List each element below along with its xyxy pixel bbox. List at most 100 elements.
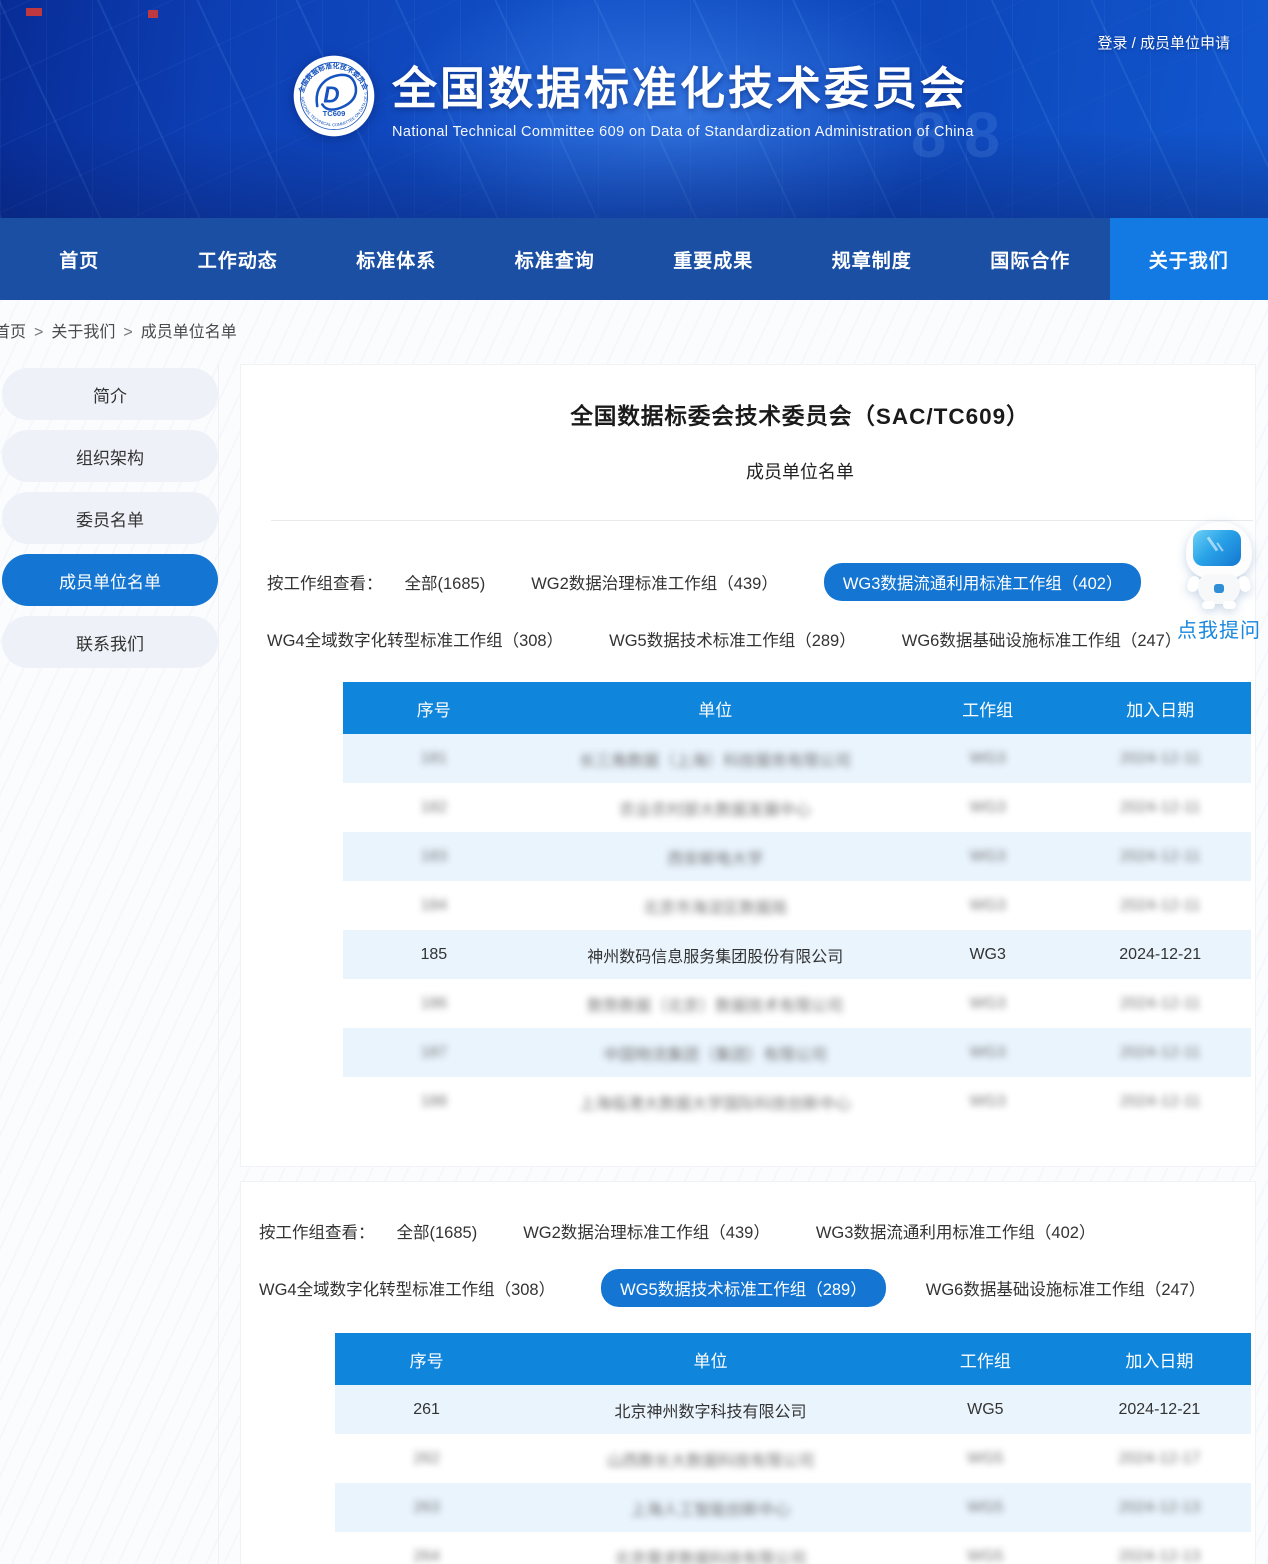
cell-text: 上海人工智能创新中心 (631, 1502, 791, 1519)
nav-item-关于我们[interactable]: 关于我们 (1110, 218, 1268, 300)
cell-text: 2024-12-17 (1118, 1450, 1200, 1467)
breadcrumb-link-成员单位名单[interactable]: 成员单位名单 (141, 324, 237, 341)
table-row: 187中国物流集团（集团）有限公司WG32024-12-11 (343, 1028, 1251, 1077)
filter-option[interactable]: WG2数据治理标准工作组（439） (531, 570, 778, 594)
filter-group-label: 按工作组查看： (259, 1219, 375, 1243)
nav-item-重要成果[interactable]: 重要成果 (634, 218, 793, 300)
sidebar-item-委员名单[interactable]: 委员名单 (2, 492, 218, 544)
filter-option[interactable]: 全部(1685) (397, 1219, 478, 1243)
sidebar-item-简介[interactable]: 简介 (2, 368, 218, 420)
org-cell: 北京市海淀区数据局 (525, 881, 906, 930)
table-header-工作组: 工作组 (906, 682, 1069, 734)
breadcrumb-link-首页[interactable]: 首页 (0, 324, 26, 341)
filter-option[interactable]: WG2数据治理标准工作组（439） (523, 1219, 770, 1243)
filter-option[interactable]: WG5数据技术标准工作组（289） (601, 1269, 886, 1307)
cell-text: WG5 (967, 1548, 1003, 1564)
cell-text: 2024-12-21 (1119, 946, 1201, 963)
filter-option[interactable]: WG5数据技术标准工作组（289） (609, 627, 856, 651)
cell-text: WG3 (969, 1093, 1005, 1110)
nav-item-规章制度[interactable]: 规章制度 (793, 218, 952, 300)
org-cell: 数势数据（北京）数据技术有限公司 (525, 979, 906, 1028)
table-row: 182农业农村部大数据发展中心 WG3 2024-12-11 (343, 783, 1251, 832)
breadcrumb-separator: > (123, 324, 132, 341)
robot-mascot-icon[interactable] (1184, 522, 1254, 608)
cell-text: WG3 (969, 799, 1005, 816)
assistant-widget[interactable]: 点我提问 (1176, 522, 1262, 643)
table-row: 183西安邮电大学WG32024-12-11 (343, 832, 1251, 881)
filter-option[interactable]: WG4全域数字化转型标准工作组（308） (259, 1276, 555, 1300)
table-row: 184北京市海淀区数据局WG32024-12-11 (343, 881, 1251, 930)
cell-text: WG3 (969, 897, 1005, 914)
breadcrumb-link-关于我们[interactable]: 关于我们 (51, 324, 115, 341)
date-cell: 2024-12-21 (1069, 930, 1251, 979)
org-cell: 农业农村部大数据发展中心 (525, 783, 906, 832)
cell-text: 2024-12-11 (1120, 995, 1201, 1012)
date-cell: 2024-12-11 (1069, 783, 1251, 832)
table-header-序号: 序号 (335, 1333, 518, 1385)
org-cell: 上海临港大数据大学国际科技创新中心 (525, 1077, 906, 1126)
table-row: 263 上海人工智能创新中心 WG5 2024-12-13 (335, 1483, 1251, 1532)
cell-text: WG3 (969, 848, 1005, 865)
seq-cell: 261 (335, 1385, 518, 1434)
breadcrumb: 首页 > 关于我们 > 成员单位名单 (0, 300, 1268, 354)
date-cell: 2024-12-13 (1068, 1532, 1251, 1564)
login-member-apply-link[interactable]: 登录 / 成员单位申请 (1097, 32, 1230, 53)
sidebar-item-成员单位名单[interactable]: 成员单位名单 (2, 554, 218, 606)
cell-text: WG3 (969, 1044, 1005, 1061)
cell-text: 2024-12-13 (1118, 1499, 1200, 1516)
banner-red-decoration (26, 8, 42, 16)
workgroup-cell: WG3 (906, 783, 1069, 832)
cell-text: 2024-12-11 (1120, 799, 1201, 816)
cell-text: 184 (420, 897, 447, 914)
org-cell: 神州数码信息服务集团股份有限公司 (525, 930, 906, 979)
filter-option[interactable]: WG3数据流通利用标准工作组（402） (824, 563, 1142, 601)
breadcrumb-separator: > (34, 324, 43, 341)
seq-cell: 263 (335, 1483, 518, 1532)
nav-item-国际合作[interactable]: 国际合作 (951, 218, 1110, 300)
cell-text: 181 (420, 750, 447, 767)
nav-item-标准查询[interactable]: 标准查询 (476, 218, 635, 300)
cell-text: 山西数长大数据科技有限公司 (607, 1453, 815, 1470)
sidebar-item-组织架构[interactable]: 组织架构 (2, 430, 218, 482)
table-row: 262山西数长大数据科技有限公司WG52024-12-17 (335, 1434, 1251, 1483)
sidebar-item-联系我们[interactable]: 联系我们 (2, 616, 218, 668)
date-cell: 2024-12-11 (1069, 734, 1251, 783)
table-row: 261北京神州数字科技有限公司WG52024-12-21 (335, 1385, 1251, 1434)
cell-text: 2024-12-11 (1120, 1044, 1201, 1061)
filter-option[interactable]: WG3数据流通利用标准工作组（402） (816, 1219, 1096, 1243)
table-header-加入日期: 加入日期 (1068, 1333, 1251, 1385)
table-row: 264北京需求数据科技有限公司WG52024-12-13 (335, 1532, 1251, 1564)
cell-text: 264 (413, 1548, 440, 1564)
banner-red-decoration (148, 10, 158, 18)
table-row: 188上海临港大数据大学国际科技创新中心WG32024-12-11 (343, 1077, 1251, 1126)
nav-item-标准体系[interactable]: 标准体系 (317, 218, 476, 300)
table-row: 185神州数码信息服务集团股份有限公司WG32024-12-21 (343, 930, 1251, 979)
cell-text: 上海临港大数据大学国际科技创新中心 (579, 1096, 851, 1113)
date-cell: 2024-12-11 (1069, 1028, 1251, 1077)
filter-option[interactable]: WG6数据基础设施标准工作组（247） (926, 1276, 1206, 1300)
nav-item-工作动态[interactable]: 工作动态 (159, 218, 318, 300)
page-subtitle: 成员单位名单 (267, 458, 1253, 484)
cell-text: WG3 (969, 995, 1005, 1012)
assistant-label[interactable]: 点我提问 (1176, 614, 1262, 643)
brand: 全国数据标准化技术委员会 NATIONAL TECHNICAL COMMITTE… (292, 52, 974, 140)
filter-option[interactable]: WG4全域数字化转型标准工作组（308） (267, 627, 563, 651)
sidebar: 简介组织架构委员名单成员单位名单联系我们 (0, 364, 219, 1564)
cell-text: WG5 (967, 1450, 1003, 1467)
workgroup-cell: WG3 (906, 979, 1069, 1028)
content-area: 简介组织架构委员名单成员单位名单联系我们 全国数据标委会技术委员会（SAC/TC… (0, 354, 1268, 1564)
cell-text: 183 (420, 848, 447, 865)
seq-cell: 181 (343, 734, 525, 783)
workgroup-cell: WG3 (906, 1077, 1069, 1126)
seq-cell: 182 (343, 783, 525, 832)
member-table: 序号单位工作组加入日期181长三角数据（上海）科技服务有限公司WG32024-1… (343, 682, 1251, 1126)
cell-text: WG3 (969, 750, 1005, 767)
nav-item-首页[interactable]: 首页 (0, 218, 159, 300)
table-row: 181长三角数据（上海）科技服务有限公司WG32024-12-11 (343, 734, 1251, 783)
cell-text: WG5 (967, 1499, 1003, 1516)
filter-option[interactable]: WG6数据基础设施标准工作组（247） (902, 627, 1182, 651)
org-cell: 中国物流集团（集团）有限公司 (525, 1028, 906, 1077)
filter-option[interactable]: 全部(1685) (405, 570, 486, 594)
member-table: 序号单位工作组加入日期261北京神州数字科技有限公司WG52024-12-212… (335, 1333, 1251, 1564)
date-cell: 2024-12-11 (1069, 832, 1251, 881)
